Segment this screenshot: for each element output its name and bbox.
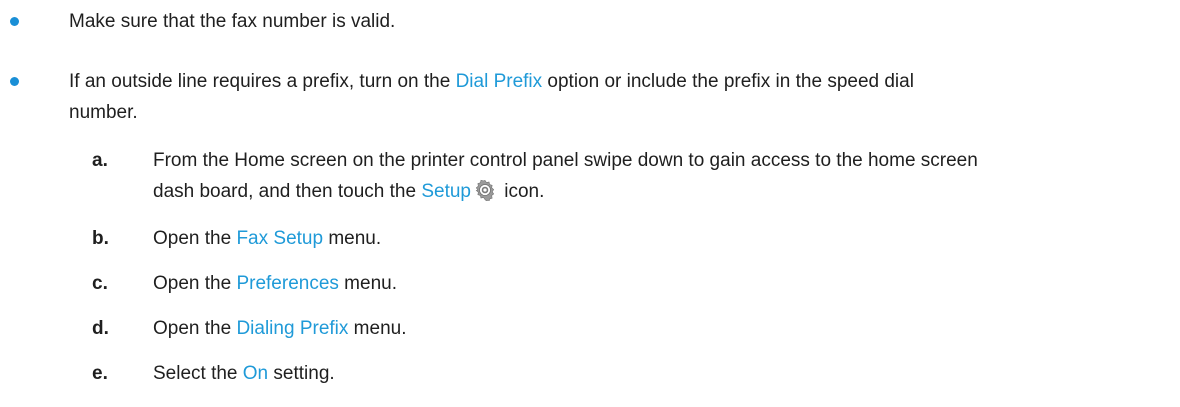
step-letter: d. xyxy=(92,318,109,339)
bullet-line-1: If an outside line requires a prefix, tu… xyxy=(69,66,1159,97)
step-text-post: menu. xyxy=(323,228,382,249)
bullet-text: If an outside line requires a prefix, tu… xyxy=(69,66,1159,128)
step-text: Open the Preferences menu. xyxy=(153,268,1163,299)
dial-prefix-link[interactable]: Dial Prefix xyxy=(456,71,543,92)
step-text: From the Home screen on the printer cont… xyxy=(153,145,1163,211)
step-text-pre: Open the xyxy=(153,318,237,339)
gear-icon xyxy=(474,179,496,211)
step-text: Select the On setting. xyxy=(153,358,1163,389)
fax-setup-link[interactable]: Fax Setup xyxy=(236,228,323,249)
step-letter: c. xyxy=(92,273,108,294)
setup-link[interactable]: Setup xyxy=(421,181,471,202)
step-letter: e. xyxy=(92,363,108,384)
bullet-text: Make sure that the fax number is valid. xyxy=(69,6,1159,37)
step-line-2: dash board, and then touch the Setup ico… xyxy=(153,176,1163,211)
on-setting-link[interactable]: On xyxy=(243,363,268,384)
bullet-text-post: option or include the prefix in the spee… xyxy=(542,71,914,92)
step-text-pre: Open the xyxy=(153,228,237,249)
preferences-link[interactable]: Preferences xyxy=(236,273,338,294)
step-text-post: icon. xyxy=(498,181,545,202)
bullet-text-pre: If an outside line requires a prefix, tu… xyxy=(69,71,456,92)
step-line-1: From the Home screen on the printer cont… xyxy=(153,150,978,171)
step-text: Open the Fax Setup menu. xyxy=(153,223,1163,254)
step-letter: a. xyxy=(92,150,108,171)
bullet-dot xyxy=(10,77,19,86)
step-text-post: menu. xyxy=(338,273,397,294)
step-text-post: setting. xyxy=(268,363,335,384)
step-text: Open the Dialing Prefix menu. xyxy=(153,313,1163,344)
document-page: Make sure that the fax number is valid. … xyxy=(0,0,1180,407)
bullet-text-content: Make sure that the fax number is valid. xyxy=(69,11,396,32)
step-text-pre: dash board, and then touch the xyxy=(153,181,422,202)
step-letter: b. xyxy=(92,228,109,249)
step-text-post: menu. xyxy=(348,318,407,339)
bullet-line-2: number. xyxy=(69,102,138,123)
step-text-pre: Select the xyxy=(153,363,243,384)
dialing-prefix-link[interactable]: Dialing Prefix xyxy=(236,318,348,339)
bullet-dot xyxy=(10,17,19,26)
step-text-pre: Open the xyxy=(153,273,237,294)
